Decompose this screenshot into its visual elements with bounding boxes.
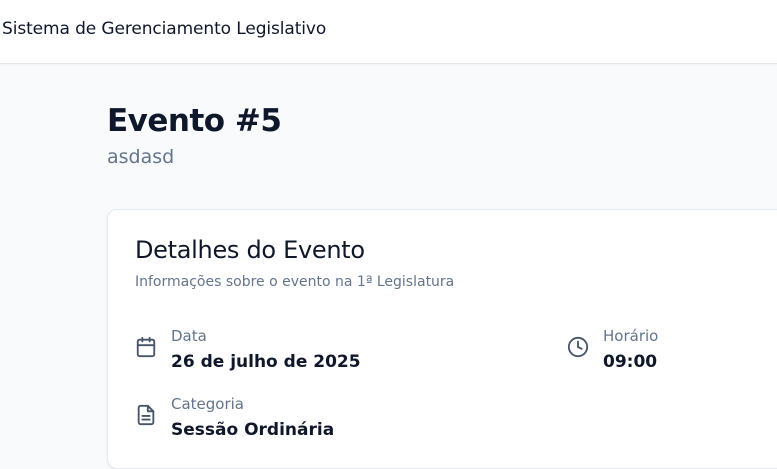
- app-title[interactable]: Sistema de Gerenciamento Legislativo: [2, 19, 326, 39]
- card-description: Informações sobre o evento na 1ª Legisla…: [135, 274, 455, 290]
- time-label: Horário: [603, 327, 659, 345]
- top-header: Sistema de Gerenciamento Legislativo: [0, 0, 777, 64]
- page-subtitle: asdasd: [107, 146, 175, 168]
- date-value: 26 de julho de 2025: [171, 352, 361, 372]
- event-details-card: Detalhes do Evento Informações sobre o e…: [107, 209, 777, 469]
- page-title: Evento #5: [107, 103, 282, 139]
- category-label: Categoria: [171, 395, 245, 413]
- time-value: 09:00: [603, 352, 658, 372]
- category-value: Sessão Ordinária: [171, 420, 335, 440]
- clock-icon: [567, 336, 589, 358]
- calendar-icon: [136, 336, 156, 358]
- card-title: Detalhes do Evento: [135, 236, 365, 264]
- date-label: Data: [171, 327, 207, 345]
- document-icon: [137, 404, 155, 426]
